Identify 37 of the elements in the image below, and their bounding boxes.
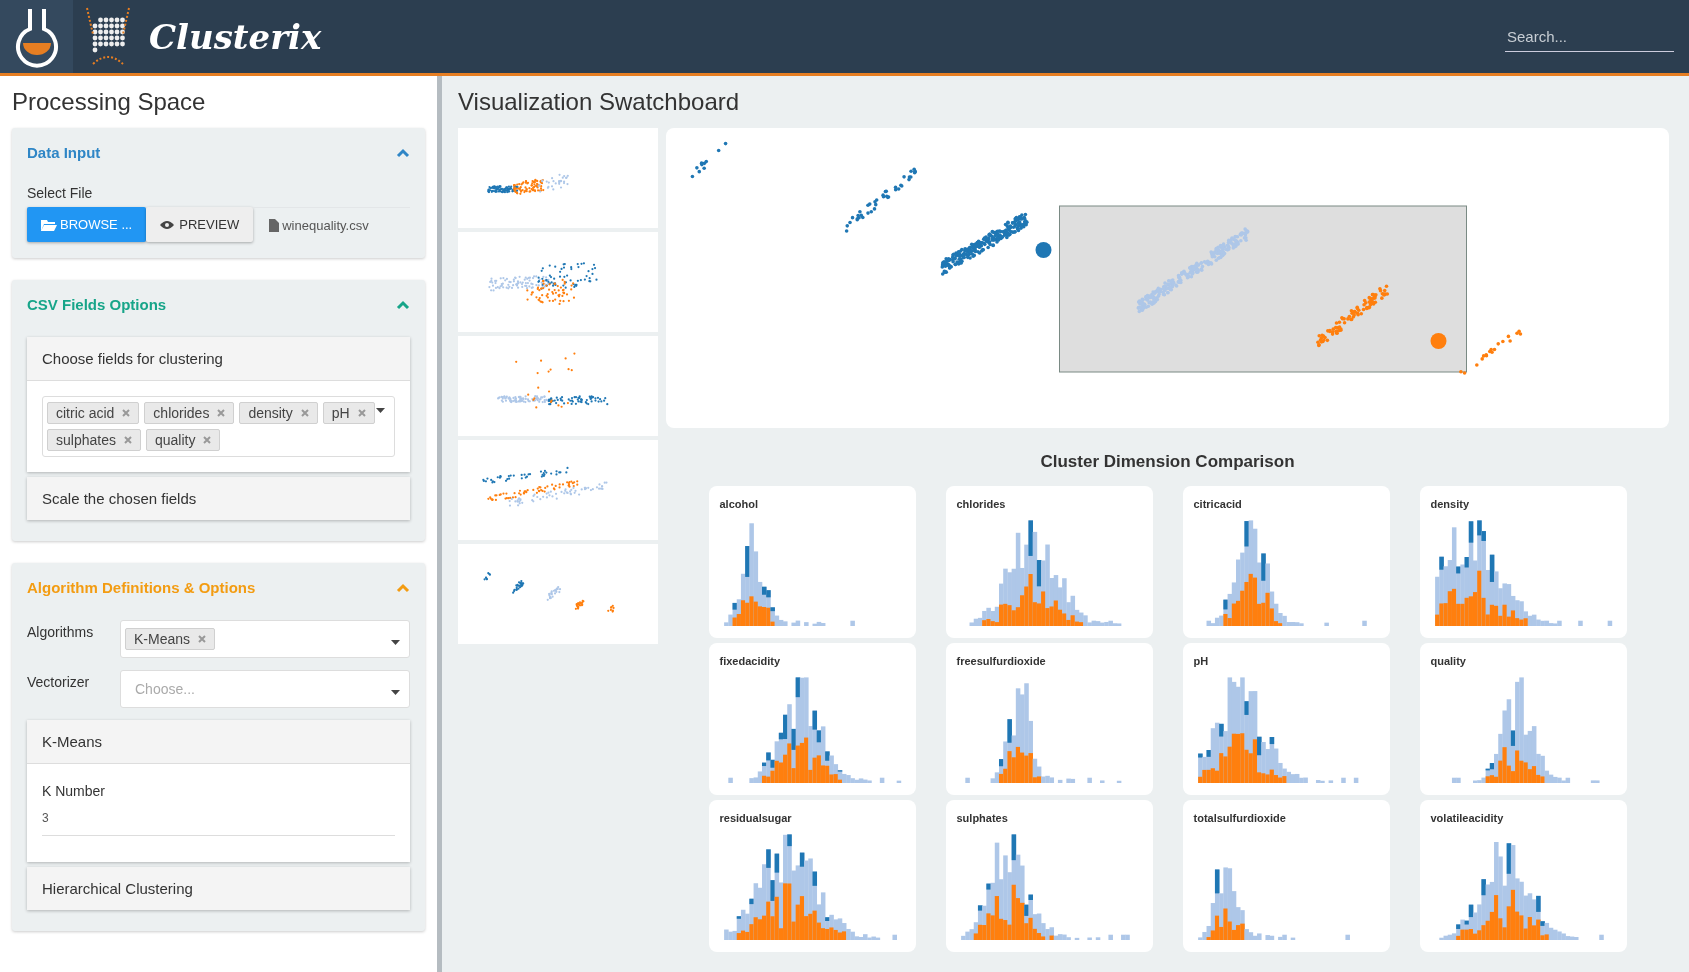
algorithm-tag[interactable]: K-Means — [125, 628, 216, 650]
section-title: Visualization Swatchboard — [458, 88, 741, 116]
field-tag[interactable]: sulphates — [47, 429, 141, 451]
accordion-header[interactable]: Choose fields for clustering — [27, 337, 410, 381]
field-tag[interactable]: chlorides — [144, 402, 235, 424]
histogram-label: residualsugar — [719, 812, 793, 824]
histogram-label: fixedacidity — [719, 655, 782, 667]
accordion-header[interactable]: K-Means — [27, 720, 410, 764]
field-label: K Number — [42, 783, 107, 799]
histogram-label: density — [1430, 498, 1470, 510]
histogram-label: alcohol — [719, 498, 759, 510]
accordion-header[interactable]: Hierarchical Clustering — [27, 867, 410, 910]
histogram-label: quality — [1430, 655, 1467, 667]
histogram-label: freesulfurdioxide — [956, 655, 1047, 667]
histogram-label: chlorides — [956, 498, 1007, 510]
histogram-label: volatileacidity — [1430, 812, 1505, 824]
algorithm-select[interactable]: K-Means — [120, 620, 410, 658]
section-title: Processing Space — [12, 88, 207, 116]
file-name: winequality.csv — [282, 217, 369, 233]
field-tag[interactable]: quality — [145, 429, 221, 451]
brand-name: Clusterix — [149, 16, 322, 57]
field-label: Select File — [27, 185, 94, 201]
field-label: Vectorizer — [27, 673, 91, 690]
chart-title: Cluster Dimension Comparison — [1039, 452, 1296, 472]
histogram-label: pH — [1193, 655, 1210, 667]
accordion-header[interactable]: Scale the chosen fields — [27, 477, 410, 520]
field-label: Algorithms — [27, 623, 95, 640]
histogram-label: citricacid — [1193, 498, 1243, 510]
search-field[interactable]: Search... — [1505, 21, 1674, 52]
k-number-field[interactable]: 3 — [42, 811, 395, 836]
preview-button[interactable]: PREVIEW — [146, 207, 254, 242]
histogram-label: sulphates — [956, 812, 1009, 824]
histogram-label: totalsulfurdioxide — [1193, 812, 1287, 824]
field-tag[interactable]: citric acid — [47, 402, 140, 424]
field-select[interactable]: citric acid chlorides density pH sulphates quality — [42, 396, 395, 457]
field-tag[interactable]: density — [239, 402, 318, 424]
field-tag[interactable]: pH — [322, 402, 375, 424]
